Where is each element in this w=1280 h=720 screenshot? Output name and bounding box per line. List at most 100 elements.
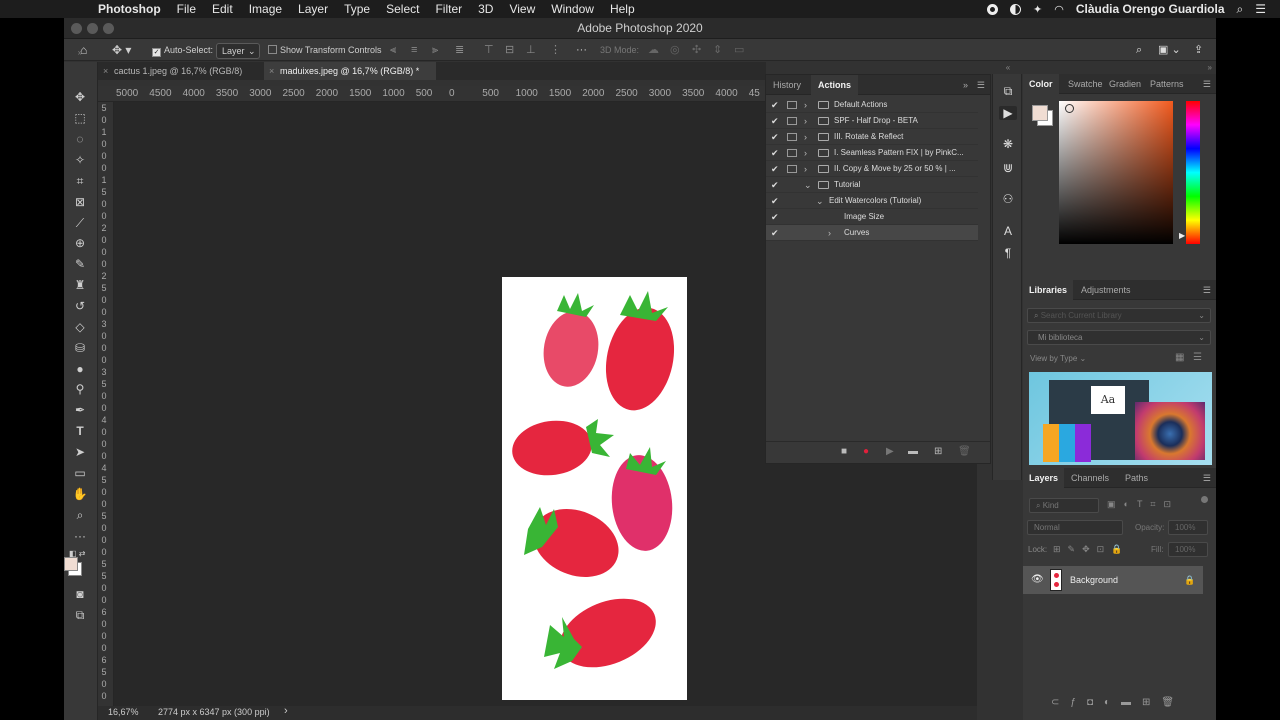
zoom-level[interactable]: 16,67% bbox=[108, 707, 139, 717]
tab-patterns[interactable]: Patterns bbox=[1144, 74, 1190, 94]
tab-gradients[interactable]: Gradien bbox=[1103, 74, 1147, 94]
close-tab-icon[interactable]: × bbox=[103, 62, 108, 80]
menu-filter[interactable]: Filter bbox=[427, 0, 470, 18]
menu-app-name[interactable]: Photoshop bbox=[90, 0, 169, 18]
screen-mode-icon[interactable]: ⧉ bbox=[69, 606, 91, 624]
zoom-tool-icon[interactable]: ⌕ bbox=[69, 506, 91, 524]
tab-layers[interactable]: Layers bbox=[1023, 468, 1065, 488]
wifi-icon[interactable]: ◠ bbox=[1054, 3, 1064, 16]
magic-wand-tool-icon[interactable]: ✧ bbox=[69, 151, 91, 169]
lasso-tool-icon[interactable]: ◌ bbox=[69, 130, 91, 148]
new-action-icon[interactable]: ⊞ bbox=[934, 446, 942, 457]
stop-icon[interactable]: ■ bbox=[841, 446, 847, 457]
lock-icon[interactable]: 🔒 bbox=[1184, 566, 1195, 594]
menu-file[interactable]: File bbox=[169, 0, 204, 18]
dialog-toggle-icon[interactable] bbox=[787, 133, 797, 141]
spotlight-icon[interactable]: ⌕ bbox=[1237, 2, 1244, 17]
action-row[interactable]: ✔ ⌄ Edit Watercolors (Tutorial) bbox=[766, 193, 978, 209]
opacity-field[interactable]: 100% bbox=[1168, 520, 1208, 535]
blend-mode-dropdown[interactable]: Normal bbox=[1027, 520, 1123, 535]
brush-settings-icon[interactable]: ❋ bbox=[999, 137, 1017, 151]
hue-slider[interactable] bbox=[1186, 101, 1200, 244]
panel-menu-icon[interactable]: ☰ bbox=[977, 80, 985, 91]
check-icon[interactable]: ✔ bbox=[771, 145, 779, 160]
action-row[interactable]: ✔ › I. Seamless Pattern FIX | by PinkC... bbox=[766, 145, 978, 161]
foreground-color-swatch[interactable] bbox=[1032, 105, 1048, 121]
workspace-icon[interactable]: ▣ ⌄ bbox=[1158, 43, 1181, 57]
new-set-folder-icon[interactable]: ▬ bbox=[908, 446, 918, 457]
dialog-toggle-icon[interactable] bbox=[787, 149, 797, 157]
menu-edit[interactable]: Edit bbox=[204, 0, 241, 18]
disclosure-icon[interactable]: › bbox=[804, 145, 807, 160]
check-icon[interactable]: ✔ bbox=[771, 209, 779, 224]
panel-menu-icon[interactable]: ☰ bbox=[1203, 79, 1211, 90]
panel-menu-icon[interactable]: ☰ bbox=[1203, 285, 1211, 296]
tab-actions[interactable]: Actions bbox=[811, 75, 859, 95]
tab-maduixes[interactable]: × maduixes.jpeg @ 16,7% (RGB/8) * bbox=[264, 62, 436, 80]
dodge-tool-icon[interactable]: ⚲ bbox=[69, 380, 91, 398]
check-icon[interactable]: ✔ bbox=[771, 193, 779, 208]
disclosure-icon[interactable]: ⌄ bbox=[816, 193, 824, 208]
history-panel-icon[interactable]: ⧉ bbox=[999, 84, 1017, 99]
menu-help[interactable]: Help bbox=[602, 0, 643, 18]
disclosure-icon[interactable]: › bbox=[804, 113, 807, 128]
auto-select-dropdown[interactable]: Layer ⌄ bbox=[216, 43, 260, 59]
menu-image[interactable]: Image bbox=[241, 0, 290, 18]
align-center-icon[interactable]: ≡ bbox=[411, 43, 417, 57]
menubar-user[interactable]: Clàudia Orengo Guardiola bbox=[1076, 2, 1225, 16]
pen-tool-icon[interactable]: ✒ bbox=[69, 401, 91, 419]
record-status-icon[interactable] bbox=[986, 3, 998, 15]
document-canvas[interactable] bbox=[502, 277, 687, 700]
check-icon[interactable]: ✔ bbox=[771, 177, 779, 192]
action-row[interactable]: ✔ › II. Copy & Move by 25 or 50 % | ... bbox=[766, 161, 978, 177]
dialog-toggle-icon[interactable] bbox=[787, 117, 797, 125]
action-row[interactable]: ✔ › III. Rotate & Reflect bbox=[766, 129, 978, 145]
check-icon[interactable]: ✔ bbox=[771, 97, 779, 112]
action-row[interactable]: ✔ › Curves bbox=[766, 225, 978, 241]
menu-window[interactable]: Window bbox=[543, 0, 602, 18]
grid-view-icon[interactable]: ▦ bbox=[1175, 352, 1184, 363]
rectangle-tool-icon[interactable]: ▭ bbox=[69, 464, 91, 482]
layers-bottom-icons[interactable]: ⊂ƒ◘◐▬⊞🗑 bbox=[1051, 697, 1185, 708]
disclosure-icon[interactable]: ⌄ bbox=[804, 177, 812, 192]
menu-select[interactable]: Select bbox=[378, 0, 427, 18]
tab-libraries[interactable]: Libraries bbox=[1023, 280, 1074, 300]
menu-layer[interactable]: Layer bbox=[290, 0, 336, 18]
share-icon[interactable]: ✦ bbox=[1033, 3, 1042, 16]
align-bottom-icon[interactable]: ⊥ bbox=[526, 43, 536, 57]
healing-brush-tool-icon[interactable]: ⊕ bbox=[69, 234, 91, 252]
align-middle-icon[interactable]: ⊟ bbox=[505, 43, 514, 57]
paragraph-panel-icon[interactable]: ¶ bbox=[999, 246, 1017, 260]
align-left-icon[interactable]: ⫷ bbox=[390, 43, 396, 57]
lock-icons[interactable]: ⊞✎✥⊡🔒 bbox=[1053, 544, 1129, 555]
disclosure-icon[interactable]: › bbox=[804, 129, 807, 144]
collapse-panel-icon[interactable]: » bbox=[963, 80, 968, 90]
panel-menu-icon[interactable]: ☰ bbox=[1203, 473, 1211, 484]
move-tool-icon[interactable]: ✥ bbox=[69, 88, 91, 106]
foreground-color-swatch[interactable] bbox=[64, 557, 78, 571]
clone-source-icon[interactable]: ⚇ bbox=[999, 192, 1017, 206]
collapse-dock-icon[interactable]: » bbox=[1208, 63, 1212, 72]
orbit-3d-icon[interactable]: ☁ bbox=[648, 43, 659, 57]
hue-slider-handle[interactable]: ▶ bbox=[1179, 231, 1185, 240]
tab-cactus[interactable]: × cactus 1.jpeg @ 16,7% (RGB/8) bbox=[98, 62, 264, 80]
tab-channels[interactable]: Channels bbox=[1065, 468, 1115, 488]
library-search-input[interactable]: ⌕ Search Current Library ⌄ bbox=[1027, 308, 1211, 323]
expand-strip-icon[interactable]: « bbox=[999, 63, 1017, 72]
menu-view[interactable]: View bbox=[501, 0, 543, 18]
status-menu-icon[interactable]: › bbox=[284, 705, 288, 717]
library-dropdown[interactable]: Mi biblioteca ⌄ bbox=[1027, 330, 1211, 345]
clone-stamp-tool-icon[interactable]: ♜ bbox=[69, 276, 91, 294]
contrast-icon[interactable] bbox=[1009, 3, 1021, 15]
menu-type[interactable]: Type bbox=[336, 0, 378, 18]
layer-filter-icons[interactable]: ▣◐T⌗⊡ bbox=[1107, 499, 1179, 510]
crop-tool-icon[interactable]: ⌗ bbox=[69, 172, 91, 190]
filter-toggle-icon[interactable] bbox=[1201, 496, 1208, 503]
eye-icon[interactable]: 👁 bbox=[1031, 566, 1044, 594]
tab-paths[interactable]: Paths bbox=[1119, 468, 1154, 488]
collapse-toolbar-icon[interactable]: » bbox=[69, 44, 91, 62]
slide-3d-icon[interactable]: ⇕ bbox=[713, 43, 722, 57]
paint-bucket-tool-icon[interactable]: ⛁ bbox=[69, 339, 91, 357]
check-icon[interactable]: ✔ bbox=[771, 129, 779, 144]
view-by-type[interactable]: View by Type ⌄ bbox=[1030, 354, 1086, 363]
